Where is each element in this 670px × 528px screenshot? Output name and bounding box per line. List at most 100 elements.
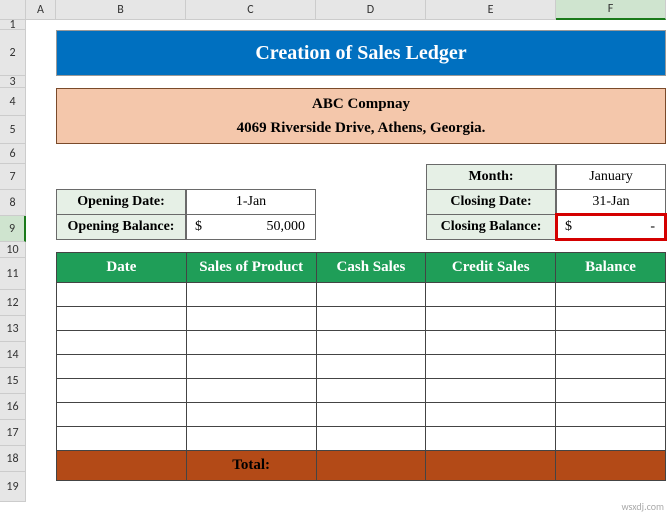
table-cell[interactable] [556, 331, 666, 355]
table-cell[interactable] [556, 355, 666, 379]
table-cell[interactable] [316, 283, 426, 307]
col-header-E[interactable]: E [426, 0, 556, 20]
row-header-17[interactable]: 17 [0, 420, 26, 446]
ledger-header-credit-sales[interactable]: Credit Sales [426, 253, 556, 283]
table-cell[interactable] [426, 331, 556, 355]
opening-balance-label: Opening Balance: [56, 214, 186, 240]
ledger-header-row: Date Sales of Product Cash Sales Credit … [57, 253, 666, 283]
table-cell[interactable] [316, 427, 426, 451]
row-header-12[interactable]: 12 [0, 290, 26, 316]
closing-balance-amount: - [650, 219, 655, 235]
table-cell[interactable] [57, 403, 187, 427]
table-cell[interactable] [556, 379, 666, 403]
table-cell[interactable] [186, 331, 316, 355]
table-cell[interactable] [426, 355, 556, 379]
table-cell[interactable] [556, 283, 666, 307]
currency-symbol: $ [565, 219, 572, 235]
table-cell[interactable] [57, 379, 187, 403]
table-cell[interactable] [186, 283, 316, 307]
row-header-13[interactable]: 13 [0, 316, 26, 342]
opening-balance-amount: 50,000 [267, 219, 306, 235]
row-header-9[interactable]: 9 [0, 216, 26, 242]
table-cell[interactable] [57, 307, 187, 331]
col-header-D[interactable]: D [316, 0, 426, 20]
ledger-header-balance[interactable]: Balance [556, 253, 666, 283]
row-header-7[interactable]: 7 [0, 164, 26, 190]
total-label-cell[interactable]: Total: [186, 451, 316, 481]
total-credit-cell[interactable] [426, 451, 556, 481]
company-name: ABC Compnay [312, 92, 410, 116]
closing-balance-value[interactable]: $ - [556, 214, 666, 240]
ledger-header-date[interactable]: Date [57, 253, 187, 283]
table-cell[interactable] [316, 379, 426, 403]
table-cell[interactable] [57, 331, 187, 355]
col-header-A[interactable]: A [26, 0, 56, 20]
opening-date-label: Opening Date: [56, 189, 186, 215]
table-cell[interactable] [426, 307, 556, 331]
month-label: Month: [426, 164, 556, 190]
table-cell[interactable] [186, 355, 316, 379]
watermark: wsxdj.com [621, 500, 664, 513]
row-header-3[interactable]: 3 [0, 76, 26, 88]
table-cell[interactable] [316, 355, 426, 379]
table-cell[interactable] [57, 283, 187, 307]
row-header-4[interactable]: 4 [0, 88, 26, 116]
row-header-18[interactable]: 18 [0, 446, 26, 472]
table-cell[interactable] [426, 427, 556, 451]
table-cell[interactable] [186, 379, 316, 403]
row-header-10[interactable]: 10 [0, 242, 26, 258]
table-row [57, 355, 666, 379]
ledger-total-row: Total: [57, 451, 666, 481]
sheet-content: Creation of Sales Ledger ABC Compnay 406… [56, 20, 666, 481]
opening-date-value[interactable]: 1-Jan [186, 189, 316, 215]
table-cell[interactable] [57, 355, 187, 379]
ledger-header-sales-product[interactable]: Sales of Product [186, 253, 316, 283]
total-cell-blank[interactable] [57, 451, 187, 481]
ledger-table: Date Sales of Product Cash Sales Credit … [56, 252, 666, 481]
page-title: Creation of Sales Ledger [56, 30, 666, 76]
closing-date-value[interactable]: 31-Jan [556, 189, 666, 215]
row-header-15[interactable]: 15 [0, 368, 26, 394]
table-cell[interactable] [57, 427, 187, 451]
table-cell[interactable] [316, 331, 426, 355]
total-balance-cell[interactable] [556, 451, 666, 481]
table-cell[interactable] [426, 379, 556, 403]
row-header-19[interactable]: 19 [0, 472, 26, 502]
table-cell[interactable] [186, 403, 316, 427]
row-header-11[interactable]: 11 [0, 258, 26, 290]
table-cell[interactable] [556, 427, 666, 451]
spreadsheet-grid: A B C D E F [0, 0, 670, 20]
col-header-B[interactable]: B [56, 0, 186, 20]
row-header-6[interactable]: 6 [0, 144, 26, 164]
table-row [57, 331, 666, 355]
table-cell[interactable] [426, 283, 556, 307]
row-header-8[interactable]: 8 [0, 190, 26, 216]
col-header-F[interactable]: F [556, 0, 666, 20]
col-header-C[interactable]: C [186, 0, 316, 20]
row-header-16[interactable]: 16 [0, 394, 26, 420]
table-cell[interactable] [186, 427, 316, 451]
row-header-5[interactable]: 5 [0, 116, 26, 144]
closing-balance-label: Closing Balance: [426, 214, 556, 240]
company-box: ABC Compnay 4069 Riverside Drive, Athens… [56, 88, 666, 144]
opening-balance-value[interactable]: $ 50,000 [186, 214, 316, 240]
table-cell[interactable] [426, 403, 556, 427]
ledger-header-cash-sales[interactable]: Cash Sales [316, 253, 426, 283]
row-header-14[interactable]: 14 [0, 342, 26, 368]
table-cell[interactable] [316, 403, 426, 427]
table-row [57, 307, 666, 331]
table-row [57, 379, 666, 403]
currency-symbol: $ [195, 219, 202, 235]
company-address: 4069 Riverside Drive, Athens, Georgia. [237, 116, 486, 140]
month-value[interactable]: January [556, 164, 666, 190]
row-header-1[interactable]: 1 [0, 20, 26, 30]
table-row [57, 427, 666, 451]
closing-date-label: Closing Date: [426, 189, 556, 215]
total-cash-cell[interactable] [316, 451, 426, 481]
table-cell[interactable] [186, 307, 316, 331]
row-header-2[interactable]: 2 [0, 30, 26, 76]
table-cell[interactable] [316, 307, 426, 331]
table-cell[interactable] [556, 307, 666, 331]
row-headers: 1 2 3 4 5 6 7 8 9 10 11 12 13 14 15 16 1… [0, 20, 26, 502]
table-cell[interactable] [556, 403, 666, 427]
